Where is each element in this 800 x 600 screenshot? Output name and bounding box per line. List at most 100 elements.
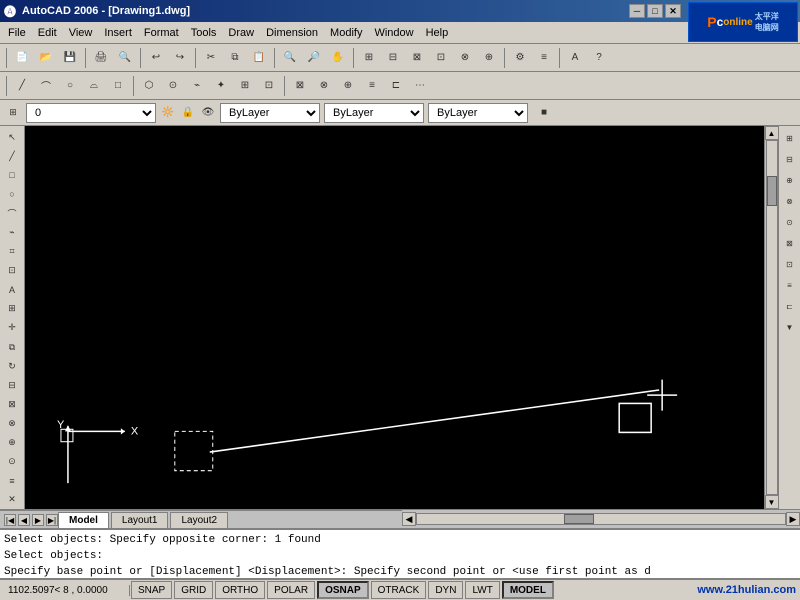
tb-btn2[interactable]: ⊟	[382, 47, 404, 69]
text-tool[interactable]: A	[2, 281, 22, 299]
print-preview-button[interactable]: 🔍	[114, 47, 136, 69]
linetype-dropdown[interactable]: ByLayer	[324, 103, 424, 123]
menu-view[interactable]: View	[63, 25, 99, 41]
circle-button[interactable]: ○	[59, 75, 81, 97]
tb2-b5[interactable]: ⊞	[234, 75, 256, 97]
tab-nav-prev[interactable]: ◀	[18, 514, 30, 526]
tb2-b8[interactable]: ⊗	[313, 75, 335, 97]
save-button[interactable]: 💾	[59, 47, 81, 69]
tb-btn3[interactable]: ⊠	[406, 47, 428, 69]
tb-btn6[interactable]: ⊕	[478, 47, 500, 69]
layer-visible-button[interactable]: 👁	[200, 105, 216, 121]
polar-button[interactable]: POLAR	[267, 581, 315, 599]
ortho-button[interactable]: ORTHO	[215, 581, 265, 599]
scale-tool[interactable]: ⊠	[2, 395, 22, 413]
rt-btn9[interactable]: ⊏	[780, 296, 800, 316]
trim-tool[interactable]: ⊕	[2, 434, 22, 452]
layer-name-dropdown[interactable]: 0	[26, 103, 156, 123]
arc-tool[interactable]: ⌒	[2, 204, 22, 222]
tb2-b6[interactable]: ⊡	[258, 75, 280, 97]
rt-btn7[interactable]: ⊡	[780, 254, 800, 274]
color-dropdown[interactable]: ByLayer	[220, 103, 320, 123]
menu-insert[interactable]: Insert	[98, 25, 138, 41]
hscroll-right-button[interactable]: ▶	[786, 512, 800, 526]
model-tab[interactable]: Model	[58, 512, 109, 528]
vscroll-down-button[interactable]: ▼	[765, 495, 779, 509]
move-tool[interactable]: ✛	[2, 319, 22, 337]
menu-format[interactable]: Format	[138, 25, 185, 41]
color-freeze-button[interactable]: 🔆	[160, 105, 176, 121]
rt-btn4[interactable]: ⊗	[780, 191, 800, 211]
tb-extra2[interactable]: ?	[588, 47, 610, 69]
polyline-tool[interactable]: ⌁	[2, 223, 22, 241]
rect-tool[interactable]: □	[2, 166, 22, 184]
print-button[interactable]: 🖨	[90, 47, 112, 69]
vscroll-up-button[interactable]: ▲	[765, 126, 779, 140]
layout2-tab[interactable]: Layout2	[170, 512, 228, 528]
erase-tool[interactable]: ✕	[2, 491, 22, 509]
undo-button[interactable]: ↩	[145, 47, 167, 69]
zoom-in-button[interactable]: 🔍	[279, 47, 301, 69]
tb2-b12[interactable]: ⋯	[409, 75, 431, 97]
layer-lock-button[interactable]: 🔒	[180, 105, 196, 121]
new-button[interactable]: 📄	[11, 47, 33, 69]
tb-btn5[interactable]: ⊗	[454, 47, 476, 69]
menu-draw[interactable]: Draw	[222, 25, 260, 41]
rt-btn8[interactable]: ≡	[780, 275, 800, 295]
tb-btn1[interactable]: ⊞	[358, 47, 380, 69]
tab-nav-next[interactable]: ▶	[32, 514, 44, 526]
tab-nav-first[interactable]: |◀	[4, 514, 16, 526]
open-button[interactable]: 📂	[35, 47, 57, 69]
tb-btn4[interactable]: ⊡	[430, 47, 452, 69]
hscroll-bar[interactable]: ◀ ▶	[402, 510, 800, 528]
match-prop-button[interactable]: ≡	[533, 47, 555, 69]
select-button[interactable]: ↖	[2, 128, 22, 146]
osnap-button[interactable]: OSNAP	[317, 581, 369, 599]
model-button[interactable]: MODEL	[502, 581, 554, 599]
menu-dimension[interactable]: Dimension	[260, 25, 324, 41]
rect-button[interactable]: □	[107, 75, 129, 97]
redo-button[interactable]: ↪	[169, 47, 191, 69]
hscroll-thumb[interactable]	[564, 514, 594, 524]
tb2-b2[interactable]: ⊙	[162, 75, 184, 97]
menu-tools[interactable]: Tools	[185, 25, 223, 41]
tb2-b10[interactable]: ≡	[361, 75, 383, 97]
close-button[interactable]: ✕	[665, 4, 681, 18]
extend-tool[interactable]: ⊙	[2, 453, 22, 471]
pan-button[interactable]: ✋	[327, 47, 349, 69]
mirror-tool[interactable]: ⊟	[2, 376, 22, 394]
vscroll-thumb[interactable]	[767, 176, 777, 206]
tb2-b7[interactable]: ⊠	[289, 75, 311, 97]
rt-btn5[interactable]: ⊙	[780, 212, 800, 232]
offset-tool[interactable]: ≡	[2, 472, 22, 490]
insert-block-tool[interactable]: ⊞	[2, 300, 22, 318]
lwt-button[interactable]: LWT	[465, 581, 499, 599]
tb2-b1[interactable]: ⬡	[138, 75, 160, 97]
plot-style-button[interactable]: ■	[536, 105, 552, 121]
menu-modify[interactable]: Modify	[324, 25, 368, 41]
tb2-b9[interactable]: ⊕	[337, 75, 359, 97]
circle-tool[interactable]: ○	[2, 185, 22, 203]
layout1-tab[interactable]: Layout1	[111, 512, 169, 528]
hscroll-track[interactable]	[416, 513, 786, 525]
menu-window[interactable]: Window	[368, 25, 419, 41]
drawing-canvas[interactable]: X Y	[25, 126, 764, 509]
line-tool[interactable]: ╱	[2, 147, 22, 165]
tb2-b3[interactable]: ⌁	[186, 75, 208, 97]
tb-extra1[interactable]: A	[564, 47, 586, 69]
polyline-button[interactable]: ⌒	[35, 75, 57, 97]
otrack-button[interactable]: OTRACK	[371, 581, 427, 599]
copy-tool-left[interactable]: ⧉	[2, 338, 22, 356]
arc-button[interactable]: ⌓	[83, 75, 105, 97]
dyn-button[interactable]: DYN	[428, 581, 463, 599]
paste-button[interactable]: 📋	[248, 47, 270, 69]
tb2-b11[interactable]: ⊏	[385, 75, 407, 97]
grid-button[interactable]: GRID	[174, 581, 213, 599]
layer-manager-button[interactable]: ⊞	[4, 104, 22, 122]
lineweight-dropdown[interactable]: ByLayer	[428, 103, 528, 123]
hatch-tool[interactable]: ⌗	[2, 243, 22, 261]
menu-help[interactable]: Help	[420, 25, 455, 41]
cut-button[interactable]: ✂	[200, 47, 222, 69]
region-tool[interactable]: ⊡	[2, 262, 22, 280]
zoom-out-button[interactable]: 🔎	[303, 47, 325, 69]
